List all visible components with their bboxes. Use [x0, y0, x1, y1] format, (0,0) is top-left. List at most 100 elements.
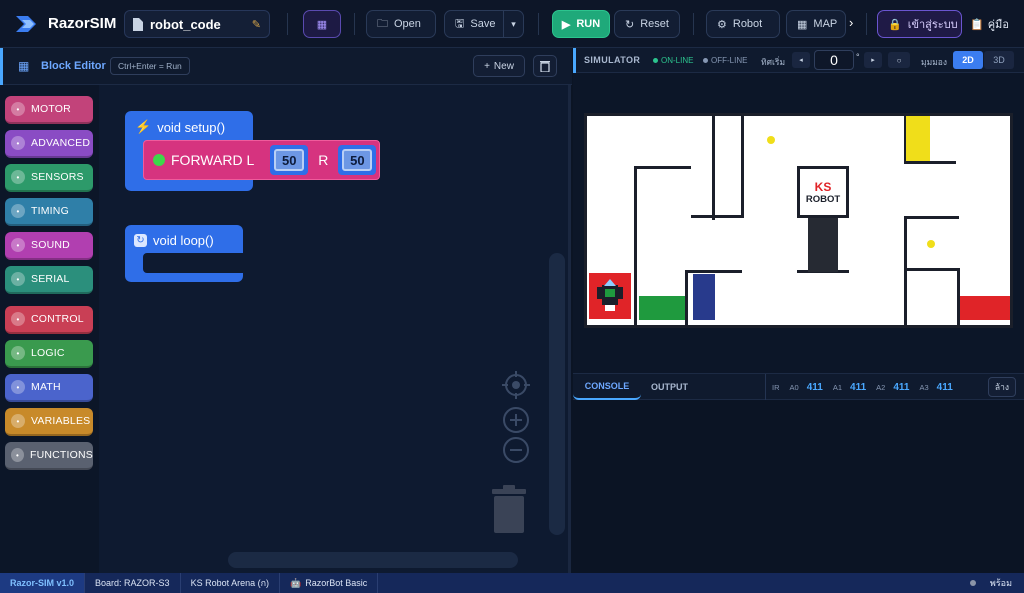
robot-model-label: RazorBot Basic	[305, 578, 368, 588]
sensor-a0: A0 411	[790, 382, 823, 393]
r-label: R	[318, 152, 329, 168]
palette-variables[interactable]: • VARIABLES	[5, 408, 93, 436]
setup-label: void setup()	[157, 119, 226, 135]
reset-icon: ↻	[625, 18, 635, 31]
sensor-name: A3	[919, 382, 929, 392]
palette-sensors[interactable]: • SENSORS	[5, 164, 93, 192]
delete-all-button[interactable]	[533, 55, 557, 77]
block-workspace[interactable]: ⚡ void setup() FORWARD L 50 R 50 ↻ void …	[99, 85, 571, 573]
palette-serial[interactable]: • SERIAL	[5, 266, 93, 294]
timing-icon: •	[11, 204, 25, 218]
block-editor-header: ▦ Block Editor Ctrl+Enter = Run + New	[0, 48, 572, 85]
loop-icon: ↻	[134, 234, 147, 247]
chevron-right-icon[interactable]: ›	[849, 15, 853, 30]
palette-label: MOTOR	[31, 103, 71, 115]
tab-console[interactable]: CONSOLE	[573, 374, 641, 400]
palette-control[interactable]: • CONTROL	[5, 306, 93, 334]
start-zone	[589, 273, 631, 319]
palette-timing[interactable]: • TIMING	[5, 198, 93, 226]
new-button[interactable]: + New	[473, 55, 525, 77]
top-bar: RazorSIM robot_code ✎ ▦ 🗀 Open 🖫 Save ▾ ▶ R…	[0, 0, 1024, 48]
pencil-icon[interactable]: ✎	[252, 18, 261, 31]
palette-label: SERIAL	[31, 273, 70, 285]
advanced-icon: •	[11, 136, 25, 150]
palette-advanced[interactable]: • ADVANCED	[5, 130, 93, 158]
palette-motor[interactable]: • MOTOR	[5, 96, 93, 124]
ready-status: พร้อม	[969, 576, 1024, 590]
console-output[interactable]	[573, 400, 1024, 573]
palette-math[interactable]: • MATH	[5, 374, 93, 402]
palette-label: FUNCTIONS	[29, 449, 93, 461]
sensor-name: A0	[789, 382, 799, 392]
center-target-icon[interactable]	[502, 371, 530, 402]
ks-text: KS	[814, 179, 832, 194]
reset-button[interactable]: ↻ Reset	[614, 10, 680, 38]
grid-icon: ▦	[316, 18, 328, 31]
palette-sound[interactable]: • SOUND	[5, 232, 93, 260]
rotate-right-button[interactable]: ▸	[864, 52, 882, 68]
loop-label: void loop()	[153, 233, 214, 248]
horizontal-scrollbar[interactable]	[228, 552, 518, 568]
save-button[interactable]: 🖫 Save ▾	[444, 10, 524, 38]
blocks-icon: ▦	[18, 59, 30, 73]
robot-text: ROBOT	[805, 193, 841, 205]
palette-label: TIMING	[31, 205, 69, 217]
simulator-canvas[interactable]: KS ROBOT	[573, 73, 1024, 373]
tab-output[interactable]: OUTPUT	[651, 382, 688, 392]
online-dot-icon	[653, 58, 658, 63]
run-shortcut-hint: Ctrl+Enter = Run	[110, 57, 190, 75]
rotate-left-button[interactable]: ◂	[792, 52, 810, 68]
view-label: มุมมอง	[921, 57, 948, 67]
sensor-value: 411	[936, 381, 953, 393]
red-zone	[960, 296, 1010, 320]
blocks-view-button[interactable]: ▦	[303, 10, 341, 38]
trash-can-icon[interactable]	[490, 485, 528, 538]
palette-label: CONTROL	[31, 313, 84, 325]
functions-icon: •	[11, 448, 24, 462]
view-3d-button[interactable]: 3D	[984, 51, 1014, 69]
block-palette: • MOTOR • ADVANCED • SENSORS • TIMING • SOUND • SER…	[0, 85, 99, 573]
palette-label: VARIABLES	[31, 415, 91, 427]
simulator-header: SIMULATOR ON-LINE OFF-LINE ทิศเริ่ม ◂ 0 …	[573, 48, 1024, 73]
map-icon: ▦	[797, 18, 808, 31]
sensors-icon: •	[11, 170, 25, 184]
map-button[interactable]: ▦ MAP	[786, 10, 846, 38]
razorsim-logo-icon	[14, 12, 40, 36]
forward-block[interactable]: FORWARD L 50 R 50	[143, 140, 380, 180]
right-speed-input[interactable]: 50	[342, 149, 373, 171]
robot-model: 🤖 RazorBot Basic	[280, 573, 379, 593]
angle-input[interactable]: 0	[814, 50, 854, 70]
login-button[interactable]: 🔒 เข้าสู่ระบบ	[877, 10, 962, 38]
floppy-icon: 🖫	[455, 17, 465, 30]
zoom-in-icon[interactable]	[502, 406, 530, 437]
view-2d-button[interactable]: 2D	[953, 51, 983, 69]
robot-car-icon[interactable]	[597, 279, 623, 313]
palette-functions[interactable]: • FUNCTIONS	[5, 442, 93, 470]
loop-block[interactable]: ↻ void loop()	[125, 225, 243, 282]
save-dropdown-chevron-icon[interactable]: ▾	[503, 11, 523, 37]
reset-angle-button[interactable]: ○	[888, 52, 910, 68]
vertical-scrollbar[interactable]	[549, 253, 565, 535]
yellow-ball-1	[767, 136, 775, 144]
direction-label: ทิศเริ่ม	[761, 57, 786, 67]
run-button[interactable]: ▶ RUN	[552, 10, 610, 38]
yellow-zone	[906, 116, 930, 161]
green-dot-icon	[153, 154, 165, 166]
save-label: Save	[470, 18, 496, 30]
open-button[interactable]: 🗀 Open	[366, 10, 436, 38]
file-name-field[interactable]: robot_code ✎	[124, 10, 270, 38]
palette-label: MATH	[31, 381, 61, 393]
motor-icon: •	[11, 102, 25, 116]
sensor-a2: A2 411	[876, 382, 909, 393]
zoom-out-icon[interactable]	[502, 436, 530, 467]
trash-icon	[540, 61, 550, 72]
sensor-value: 411	[893, 381, 910, 393]
robot-button[interactable]: ⚙ Robot	[706, 10, 780, 38]
left-speed-input[interactable]: 50	[274, 149, 305, 171]
palette-logic[interactable]: • LOGIC	[5, 340, 93, 368]
clear-console-button[interactable]: ล้าง	[988, 377, 1016, 397]
manual-label: คู่มือ	[987, 19, 1009, 31]
robot-icon: ⚙	[717, 18, 727, 31]
ir-label: IR	[772, 382, 780, 392]
manual-link[interactable]: 📋 คู่มือ	[970, 15, 1009, 33]
